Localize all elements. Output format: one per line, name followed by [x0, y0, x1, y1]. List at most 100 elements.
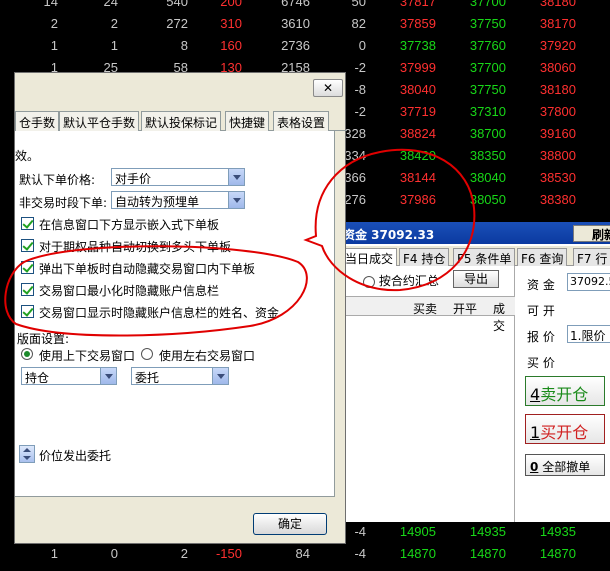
option-embedded-panel: 在信息窗口下方显示嵌入式下单板 — [39, 218, 220, 232]
right-window-select[interactable]: 委托 — [131, 367, 229, 385]
summary-radio[interactable]: 按合约汇总 — [363, 272, 439, 289]
quote-cell: 2 — [50, 16, 58, 31]
quote-row[interactable]: 1 1 8 160 2736 0 37738 37760 37920 1 — [0, 36, 610, 58]
quote-cell: 540 — [166, 0, 188, 9]
tab-table-settings[interactable]: 表格设置 — [273, 111, 330, 131]
tab-open-lots[interactable]: 仓手数 — [15, 111, 60, 131]
quote-cell: 37719 — [399, 104, 436, 119]
tab-positions[interactable]: F4 持仓 — [399, 248, 450, 266]
close-button[interactable]: ✕ — [313, 79, 343, 97]
option-option-long-panel: 对于期权品种自动切换到多头下单板 — [39, 240, 232, 254]
quote-cell: 38380 — [539, 192, 576, 207]
quote-cell: 8 — [180, 38, 188, 53]
settings-dialog: ✕ 仓手数 默认平仓手数 默认投保标记 快捷键 表格设置 效。 默认下单价格: … — [14, 72, 347, 544]
quote-cell: 0 — [110, 546, 118, 561]
layout-horizontal-label: 使用左右交易窗口 — [159, 349, 256, 363]
quote-row[interactable]: 2 2 272 310 3610 82 37859 37750 38170 5 — [0, 14, 610, 36]
quote-cell: 2 — [590, 546, 610, 561]
quote-cell: 82 — [351, 16, 366, 31]
quote-cell: 37738 — [399, 38, 436, 53]
quote-cell: 5 — [590, 16, 610, 31]
summary-radio-icon[interactable] — [363, 275, 375, 288]
ok-button[interactable]: 确定 — [253, 513, 327, 535]
left-window-value: 持仓 — [25, 371, 50, 385]
quote-row[interactable]: 1 0 2 -150 84 -4 14870 14870 14870 2 — [0, 544, 610, 566]
funds-title: 资金 37092.33 — [343, 228, 435, 242]
buy-price-label: 买 价 — [527, 356, 555, 370]
radio-layout-horizontal[interactable] — [141, 348, 153, 360]
layout-label: 版面设置: — [17, 332, 70, 346]
tab-more[interactable]: F7 行 — [573, 248, 610, 266]
refresh-button[interactable]: 刷新 — [573, 225, 610, 242]
checkbox-option-long-panel[interactable] — [21, 239, 34, 252]
trade-list-area: 按合约汇总 导出 买卖 开平 成交 — [341, 266, 515, 522]
price-type-select[interactable]: 1.限价 — [567, 325, 610, 343]
tab-hotkeys[interactable]: 快捷键 — [225, 111, 270, 131]
quote-cell: 14870 — [399, 546, 436, 561]
non-trading-select[interactable]: 自动转为预埋单 — [111, 191, 245, 209]
sell-open-button[interactable]: 4卖开仓 — [525, 376, 605, 406]
export-button[interactable]: 导出 — [453, 270, 499, 288]
quote-cell: 1 — [590, 0, 610, 9]
tab-query[interactable]: F6 查询 — [517, 248, 568, 266]
quote-cell: 38824 — [399, 126, 436, 141]
trade-panel: 资金 37092.33 刷新 当日成交 F4 持仓 F5 条件单 F6 查询 F… — [340, 222, 610, 522]
quote-cell: 38350 — [469, 148, 506, 163]
quote-cell: 84 — [295, 546, 310, 561]
tab-default-hedge-flag[interactable]: 默认投保标记 — [141, 111, 222, 131]
quote-cell: 37859 — [399, 16, 436, 31]
dialog-body: 效。 默认下单价格: 对手价 非交易时段下单: 自动转为预埋单 在信息窗口下方显… — [15, 131, 335, 497]
chevron-down-icon[interactable] — [212, 368, 228, 384]
quote-cell: 39160 — [539, 126, 576, 141]
spin-down-icon[interactable] — [23, 456, 31, 460]
buy-open-hotkey: 1 — [530, 423, 541, 442]
quote-cell: 14 — [43, 0, 58, 9]
quote-row[interactable]: 14 24 540 200 6746 50 37817 37700 38180 1 — [0, 0, 610, 14]
option-hide-name-funds: 交易窗口显示时隐藏账户信息栏的姓名、资金 — [39, 306, 280, 320]
quote-cell: 6746 — [281, 0, 310, 9]
quote-cell: -150 — [215, 546, 242, 561]
spin-up-icon[interactable] — [23, 448, 31, 452]
chevron-down-icon[interactable] — [228, 169, 244, 185]
default-price-select[interactable]: 对手价 — [111, 168, 245, 186]
quote-cell: 38040 — [399, 82, 436, 97]
quote-cell: 38060 — [539, 60, 576, 75]
quote-cell: 0 — [358, 38, 366, 53]
radio-layout-vertical[interactable] — [21, 348, 33, 360]
quote-cell: 37817 — [399, 0, 436, 9]
quote-cell: 37986 — [399, 192, 436, 207]
quote-cell: 14905 — [399, 524, 436, 539]
quote-cell: 2 — [110, 16, 118, 31]
cancel-all-label: 全部撤单 — [542, 460, 591, 474]
quote-cell: 38180 — [539, 82, 576, 97]
price-type-label: 报 价 — [527, 330, 555, 344]
checkbox-hide-account-bar-min[interactable] — [21, 283, 34, 296]
cancel-all-button[interactable]: 0 全部撤单 — [525, 454, 605, 476]
quote-cell: 38800 — [539, 148, 576, 163]
chevron-down-icon[interactable] — [100, 368, 116, 384]
quote-cell: 14870 — [539, 546, 576, 561]
quote-cell: 1 — [50, 38, 58, 53]
spin-button[interactable] — [19, 445, 35, 463]
funds-field: 37092.5 — [567, 273, 610, 291]
tab-conditional-orders[interactable]: F5 条件单 — [453, 248, 516, 266]
quote-cell: 38144 — [399, 170, 436, 185]
order-panel: 资 金 37092.5 可 开 报 价 1.限价 买 价 4卖开仓 1买开仓 0… — [517, 266, 610, 522]
option-hide-account-bar-min: 交易窗口最小化时隐藏账户信息栏 — [39, 284, 220, 298]
checkbox-embedded-panel[interactable] — [21, 217, 34, 230]
checkbox-hide-inner-panel[interactable] — [21, 261, 34, 274]
tab-default-close-lots[interactable]: 默认平仓手数 — [59, 111, 140, 131]
header-buysell: 买卖 — [413, 302, 438, 316]
tab-today-trades[interactable]: 当日成交 — [341, 248, 398, 266]
default-price-label: 默认下单价格: — [19, 173, 96, 187]
left-window-select[interactable]: 持仓 — [21, 367, 117, 385]
quote-cell: 14935 — [469, 524, 506, 539]
quote-cell: 1 — [110, 38, 118, 53]
quote-cell: 37920 — [539, 38, 576, 53]
checkbox-hide-name-funds[interactable] — [21, 305, 34, 318]
quote-cell: 3610 — [281, 16, 310, 31]
buy-open-button[interactable]: 1买开仓 — [525, 414, 605, 444]
quote-cell: 37310 — [469, 104, 506, 119]
quote-cell: 37760 — [469, 38, 506, 53]
chevron-down-icon[interactable] — [228, 192, 244, 208]
